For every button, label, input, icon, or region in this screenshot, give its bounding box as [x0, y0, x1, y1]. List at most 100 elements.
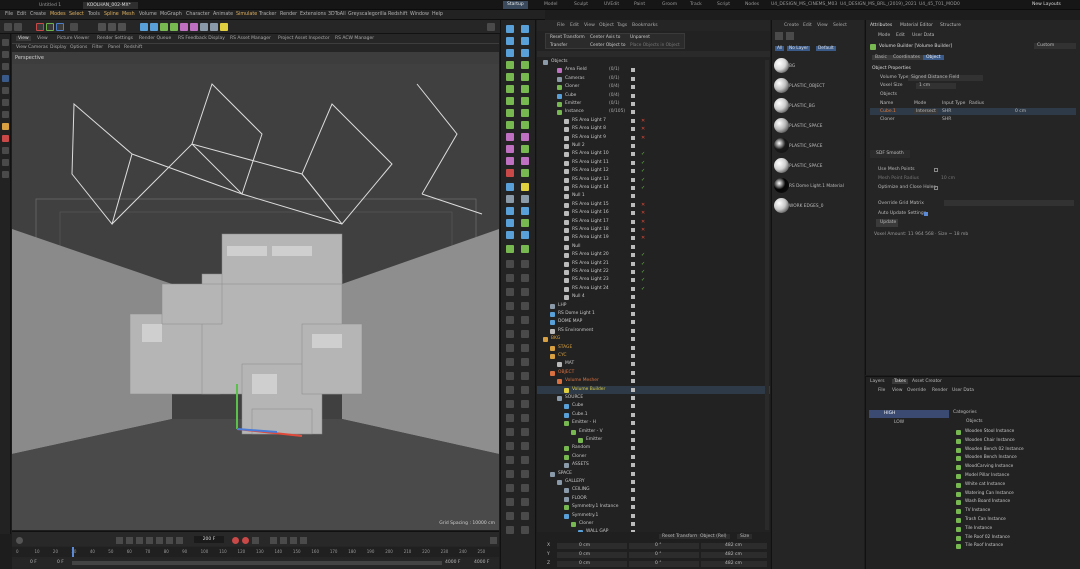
visibility-toggle[interactable] — [631, 93, 635, 98]
tab-layers[interactable]: Layers — [870, 379, 885, 384]
tool-p-icon[interactable] — [521, 386, 529, 394]
enabled-icon[interactable]: ✓ — [641, 160, 645, 166]
om-menu-file[interactable]: File — [557, 23, 565, 28]
attr-tab-attributes[interactable]: Attributes — [870, 23, 892, 28]
object-name[interactable]: RS Area Light 16 — [572, 210, 609, 215]
object-name[interactable]: RS Environment — [558, 328, 593, 333]
menu-modes[interactable]: Modes — [50, 12, 66, 17]
position-key-icon[interactable] — [270, 537, 277, 544]
material-name[interactable]: PLASTIC_OBJECT — [789, 84, 825, 89]
object-row[interactable]: RS Area Light 19 ✕ — [537, 234, 770, 242]
vp-menu-redshift-2[interactable]: Redshift — [124, 45, 142, 50]
object-name[interactable]: Volume Mesher — [565, 378, 599, 383]
object-row[interactable]: Null 1 — [537, 192, 770, 200]
object-name[interactable]: FLOOR — [572, 496, 587, 501]
visibility-toggle[interactable] — [631, 202, 635, 207]
object-row[interactable]: RS Area Light 24 ✓ — [537, 285, 770, 293]
axis-mode-icon[interactable] — [2, 147, 9, 154]
visibility-toggle[interactable] — [631, 286, 635, 291]
object-name[interactable]: Cameras — [565, 76, 585, 81]
object-row[interactable]: MAT — [537, 360, 770, 368]
enabled-icon[interactable]: ✓ — [641, 269, 645, 275]
asset-list-item[interactable]: Wooden Bench Instance — [953, 454, 1078, 463]
layout-tab-sculpt[interactable]: Sculpt — [570, 1, 592, 9]
tool-l-icon[interactable] — [521, 358, 529, 366]
extrude-icon[interactable] — [506, 61, 514, 69]
rs-dome-icon[interactable] — [521, 260, 529, 268]
coord-size-field[interactable]: 482 cm — [701, 561, 767, 567]
visibility-toggle[interactable] — [631, 278, 635, 283]
object-name[interactable]: RS Area Light 21 — [572, 261, 609, 266]
object-name[interactable]: RS Area Light 20 — [572, 252, 609, 257]
layout-tab-u4-brl[interactable]: U4_DESIGN_MS_BRL_(2019)_2021 — [836, 1, 921, 9]
window-tab-untitled[interactable]: Untitled 1 — [35, 2, 65, 9]
visibility-toggle[interactable] — [631, 152, 635, 157]
coord-size-field[interactable]: 482 cm — [701, 543, 767, 549]
visibility-toggle[interactable] — [631, 471, 635, 476]
vp-menu-view-2[interactable]: View — [16, 45, 27, 50]
object-row[interactable]: Emitter (0/1) — [537, 100, 770, 108]
take-menu-render[interactable]: Render — [932, 388, 948, 393]
object-row[interactable]: Cloner (0/4) — [537, 83, 770, 91]
object-name[interactable]: Random — [572, 445, 590, 450]
range-end[interactable]: 4000 F — [445, 560, 460, 565]
mat-menu-view[interactable]: View — [817, 23, 828, 28]
autokey-icon[interactable] — [242, 537, 249, 544]
polygons-mode-icon[interactable] — [2, 111, 9, 118]
menu-animate[interactable]: Animate — [213, 12, 233, 17]
null-tool-icon[interactable] — [506, 207, 514, 215]
mat-filter-no-layer[interactable]: No Layer — [787, 46, 811, 51]
object-name[interactable]: SOURCE — [565, 395, 583, 400]
material-name[interactable]: RS Dome Light.1 Material — [789, 184, 844, 189]
connect-icon[interactable] — [521, 85, 529, 93]
object-name[interactable]: Objects — [551, 59, 568, 64]
coord-rot-field[interactable]: 0 ° — [629, 543, 699, 549]
override-grid-field[interactable] — [944, 200, 1074, 206]
menu-simulate[interactable]: Simulate — [236, 12, 257, 17]
current-frame-field[interactable]: 200 F — [194, 536, 224, 543]
coord-reset-transform[interactable]: Reset Transform — [659, 534, 702, 539]
tool-aj-icon[interactable] — [521, 526, 529, 534]
object-row[interactable]: Cube.1 — [537, 411, 770, 419]
sweep-icon[interactable] — [521, 61, 529, 69]
rotation-key-icon[interactable] — [280, 537, 287, 544]
coord-size-field[interactable]: 482 cm — [701, 552, 767, 558]
object-name[interactable]: CEILING — [572, 487, 590, 492]
take-menu-override[interactable]: Override — [907, 388, 926, 393]
visibility-toggle[interactable] — [631, 454, 635, 459]
asset-list-item[interactable]: Model Pillar Instance — [953, 472, 1078, 481]
volume-builder-icon[interactable] — [521, 145, 529, 153]
object-name[interactable]: RS Area Light 15 — [572, 202, 609, 207]
visibility-toggle[interactable] — [631, 370, 635, 375]
tool-z-icon[interactable] — [521, 456, 529, 464]
tool-ad-icon[interactable] — [521, 484, 529, 492]
tool-w-icon[interactable] — [506, 442, 514, 450]
cloner-tool-icon[interactable] — [506, 97, 514, 105]
visibility-toggle[interactable] — [631, 337, 635, 342]
object-name[interactable]: Volume Builder — [572, 387, 605, 392]
object-name[interactable]: Instance — [565, 109, 584, 114]
auto-update-checkbox[interactable] — [924, 212, 928, 216]
sky-tool-icon[interactable] — [521, 195, 529, 203]
camera-icon[interactable] — [210, 23, 218, 31]
object-name[interactable]: Emitter — [586, 437, 602, 442]
object-name[interactable]: RS Area Light 11 — [572, 160, 609, 165]
points-mode-icon[interactable] — [2, 87, 9, 94]
material-swatch[interactable] — [774, 78, 789, 93]
twist-icon[interactable] — [521, 133, 529, 141]
tool-v-icon[interactable] — [521, 428, 529, 436]
coord-pos-field[interactable]: 0 cm — [557, 543, 627, 549]
visibility-toggle[interactable] — [631, 312, 635, 316]
popup-center-object[interactable]: Center Object to — [590, 43, 626, 48]
menu-extensions[interactable]: Extensions — [300, 12, 326, 17]
object-name[interactable]: Area Field — [565, 67, 587, 72]
object-row[interactable]: RS Area Light 21 ✓ — [537, 260, 770, 268]
visibility-toggle[interactable] — [631, 303, 635, 308]
landscape-icon[interactable] — [521, 231, 529, 239]
om-menu-tags[interactable]: Tags — [617, 23, 627, 28]
visibility-toggle[interactable] — [631, 186, 635, 190]
move-tool-icon[interactable] — [2, 39, 9, 46]
object-row[interactable]: RS Area Light 17 ✕ — [537, 218, 770, 226]
tool-e-icon[interactable] — [506, 316, 514, 324]
disabled-icon[interactable]: ✕ — [641, 118, 645, 124]
